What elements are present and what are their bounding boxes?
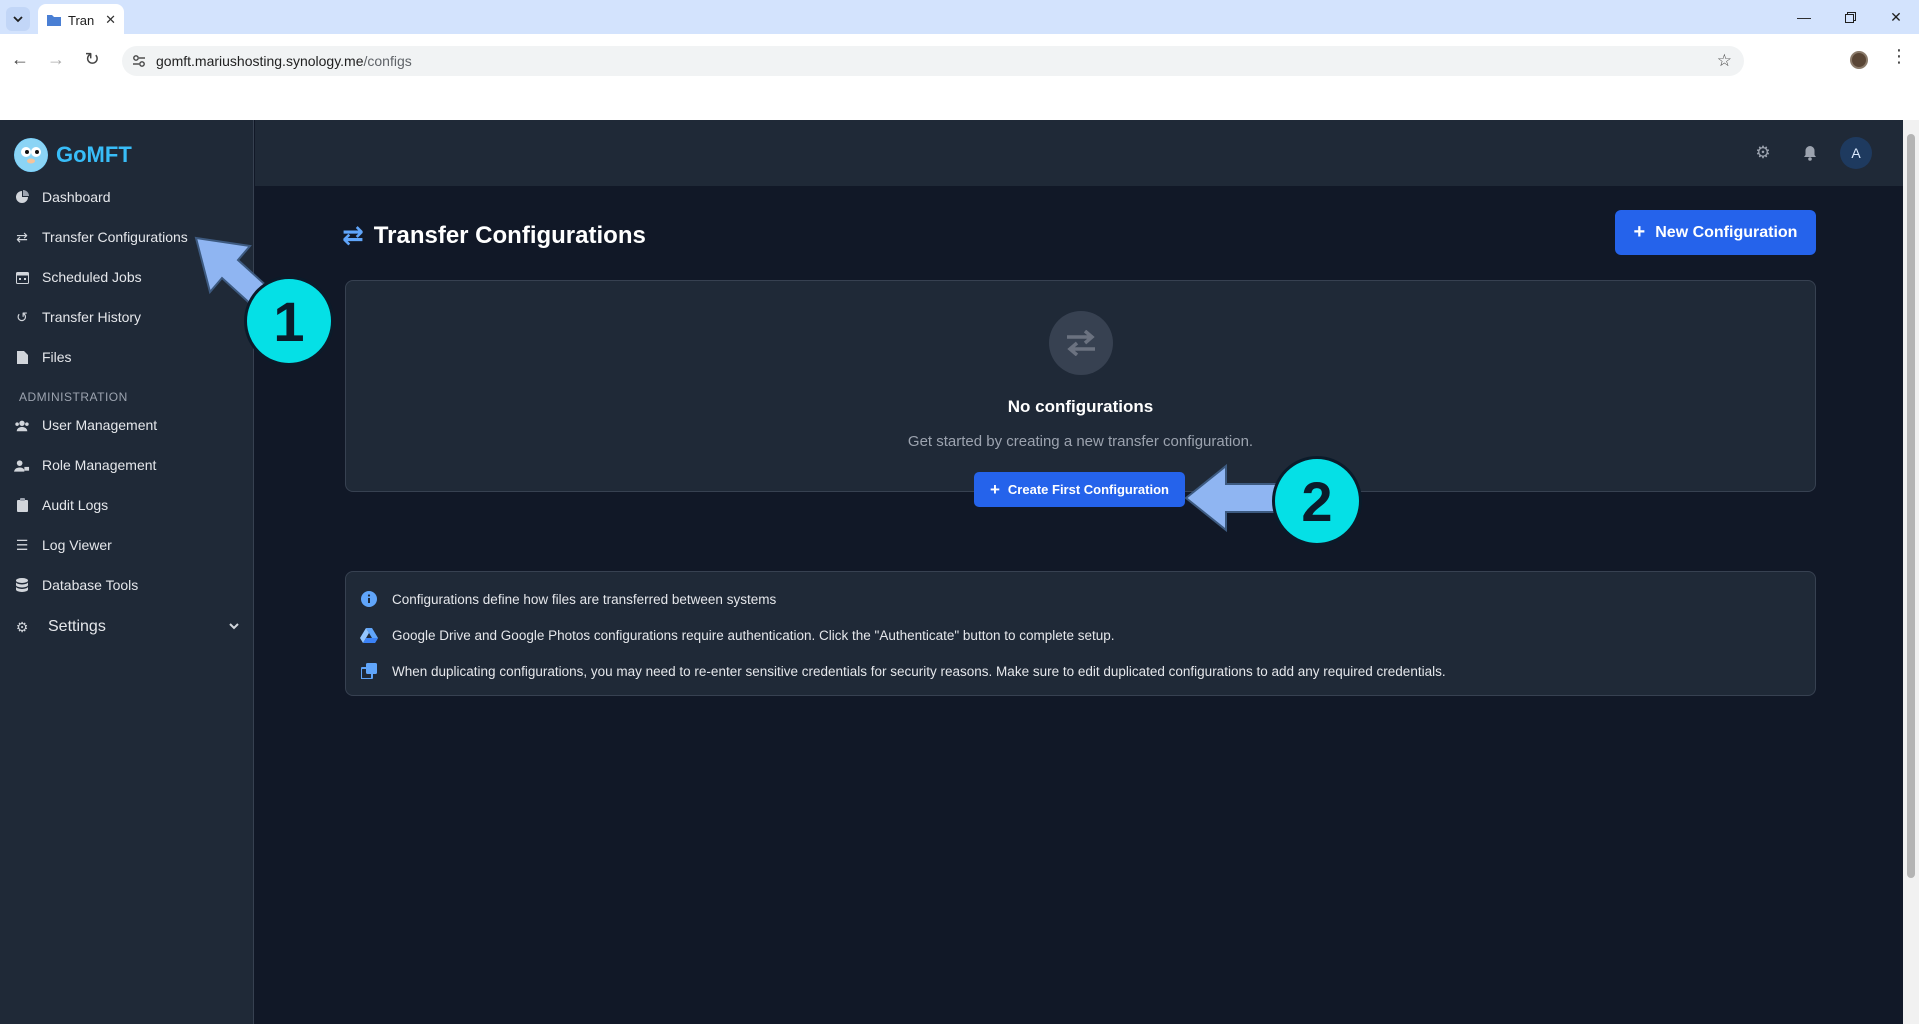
sidebar-item-label: Scheduled Jobs [42, 269, 142, 285]
info-row: Google Drive and Google Photos configura… [360, 626, 1115, 644]
sidebar-item-dashboard[interactable]: Dashboard [14, 189, 111, 205]
plus-icon: + [1633, 221, 1646, 243]
browser-menu-icon[interactable]: ⋮ [1890, 46, 1908, 67]
info-text: Google Drive and Google Photos configura… [392, 627, 1115, 643]
sidebar-item-label: User Management [42, 417, 158, 433]
sidebar-item-audit-logs[interactable]: Audit Logs [14, 497, 108, 513]
profile-avatar[interactable] [1850, 51, 1868, 69]
clipboard-icon [14, 497, 30, 513]
gear-icon[interactable]: ⚙ [1752, 142, 1774, 164]
database-icon [14, 577, 30, 593]
scrollbar[interactable] [1903, 120, 1919, 1024]
exchange-icon: ⇄ [16, 228, 28, 245]
sidebar-item-label: Files [42, 349, 72, 365]
browser-toolbar: ← → ↻ gomft.mariushosting.synology.me/co… [0, 34, 1919, 84]
top-bar: ⚙ A [255, 120, 1903, 186]
tab-search-button[interactable] [6, 7, 30, 31]
exchange-icon: ⇄ [342, 220, 364, 250]
sidebar-item-files[interactable]: Files [14, 349, 72, 365]
sidebar-item-user-management[interactable]: User Management [14, 417, 157, 433]
info-text: When duplicating configurations, you may… [392, 663, 1446, 679]
bell-icon[interactable] [1799, 142, 1821, 164]
folder-icon [47, 15, 61, 26]
sidebar-item-label: Database Tools [42, 577, 139, 593]
gear-icon: ⚙ [15, 618, 29, 635]
plus-icon: + [989, 479, 1000, 499]
url-path: /configs [363, 53, 412, 69]
scrollbar-thumb[interactable] [1907, 134, 1915, 878]
url-host: gomft.mariushosting.synology.me [156, 53, 364, 69]
info-text: Configurations define how files are tran… [392, 591, 777, 607]
new-configuration-button[interactable]: + New Configuration [1615, 210, 1816, 255]
sidebar-item-label: Role Management [42, 457, 157, 473]
browser-tab-bar: Tran ✕ — ✕ [0, 0, 1919, 36]
file-icon [14, 349, 30, 365]
sidebar-item-label: Log Viewer [42, 537, 112, 553]
section-label-administration: ADMINISTRATION [19, 390, 128, 404]
chevron-down-icon [13, 16, 23, 23]
gopher-logo-icon [14, 138, 48, 172]
sidebar-item-scheduled-jobs[interactable]: Scheduled Jobs [14, 269, 142, 285]
sidebar-item-database-tools[interactable]: Database Tools [14, 577, 138, 593]
annotation-step-2: 2 [1272, 456, 1362, 546]
info-row: When duplicating configurations, you may… [360, 662, 1446, 680]
sidebar-item-log-viewer[interactable]: ☰ Log Viewer [14, 536, 112, 554]
browser-tab[interactable]: Tran ✕ [38, 4, 124, 36]
info-circle-icon [360, 590, 378, 608]
sidebar-item-role-management[interactable]: Role Management [14, 457, 156, 473]
app-root: GoMFT Dashboard ⇄ Transfer Configuration… [0, 120, 1919, 1024]
page-title-text: Transfer Configurations [373, 221, 646, 249]
chart-pie-icon [14, 189, 30, 205]
bookmark-star-icon[interactable]: ☆ [1717, 51, 1732, 71]
tab-close-icon[interactable]: ✕ [105, 12, 116, 28]
info-row: Configurations define how files are tran… [360, 590, 776, 608]
sidebar-item-settings[interactable]: ⚙ Settings [14, 618, 240, 636]
users-icon [14, 417, 30, 433]
sidebar-item-label: Settings [48, 618, 106, 635]
empty-state-card: No configurations Get started by creatin… [345, 280, 1816, 507]
window-controls: — ✕ [1781, 0, 1919, 34]
exchange-icon [1049, 311, 1113, 375]
history-icon: ↺ [16, 308, 28, 325]
sidebar-item-transfer-configurations[interactable]: ⇄ Transfer Configurations [14, 228, 188, 246]
close-window-icon[interactable]: ✕ [1873, 0, 1919, 34]
back-icon[interactable]: ← [6, 45, 34, 73]
create-first-configuration-label: Create First Configuration [1007, 482, 1169, 497]
page-title: ⇄ Transfer Configurations [342, 220, 646, 251]
calendar-icon [14, 269, 30, 285]
brand-name: GoMFT [56, 142, 132, 167]
list-icon: ☰ [15, 536, 29, 553]
copy-icon [360, 662, 378, 680]
brand-logo[interactable]: GoMFT [14, 138, 132, 172]
empty-state-subtitle: Get started by creating a new transfer c… [907, 433, 1254, 450]
sidebar: GoMFT Dashboard ⇄ Transfer Configuration… [0, 120, 254, 1024]
url-text[interactable]: gomft.mariushosting.synology.me/configs [156, 53, 412, 69]
user-avatar[interactable]: A [1840, 137, 1872, 169]
reload-icon[interactable]: ↻ [78, 45, 106, 73]
site-settings-icon[interactable] [132, 54, 146, 68]
user-lock-icon [14, 457, 30, 473]
tab-title: Tran [68, 12, 94, 28]
empty-state-title: No configurations [1007, 397, 1154, 416]
sidebar-item-label: Transfer Configurations [42, 229, 188, 245]
forward-icon[interactable]: → [42, 45, 70, 73]
address-bar[interactable]: gomft.mariushosting.synology.me/configs … [122, 46, 1744, 76]
sidebar-item-label: Audit Logs [42, 497, 109, 513]
info-card: Configurations define how files are tran… [345, 571, 1816, 696]
sidebar-item-transfer-history[interactable]: ↺ Transfer History [14, 308, 142, 326]
restore-icon[interactable] [1827, 0, 1873, 34]
chevron-down-icon [228, 619, 240, 635]
create-first-configuration-button[interactable]: + Create First Configuration [974, 472, 1185, 507]
google-drive-icon [360, 626, 378, 644]
sidebar-item-label: Dashboard [42, 189, 111, 205]
minimize-icon[interactable]: — [1781, 0, 1827, 34]
new-configuration-label: New Configuration [1655, 223, 1798, 241]
annotation-step-1: 1 [244, 276, 334, 366]
sidebar-item-label: Transfer History [42, 309, 142, 325]
